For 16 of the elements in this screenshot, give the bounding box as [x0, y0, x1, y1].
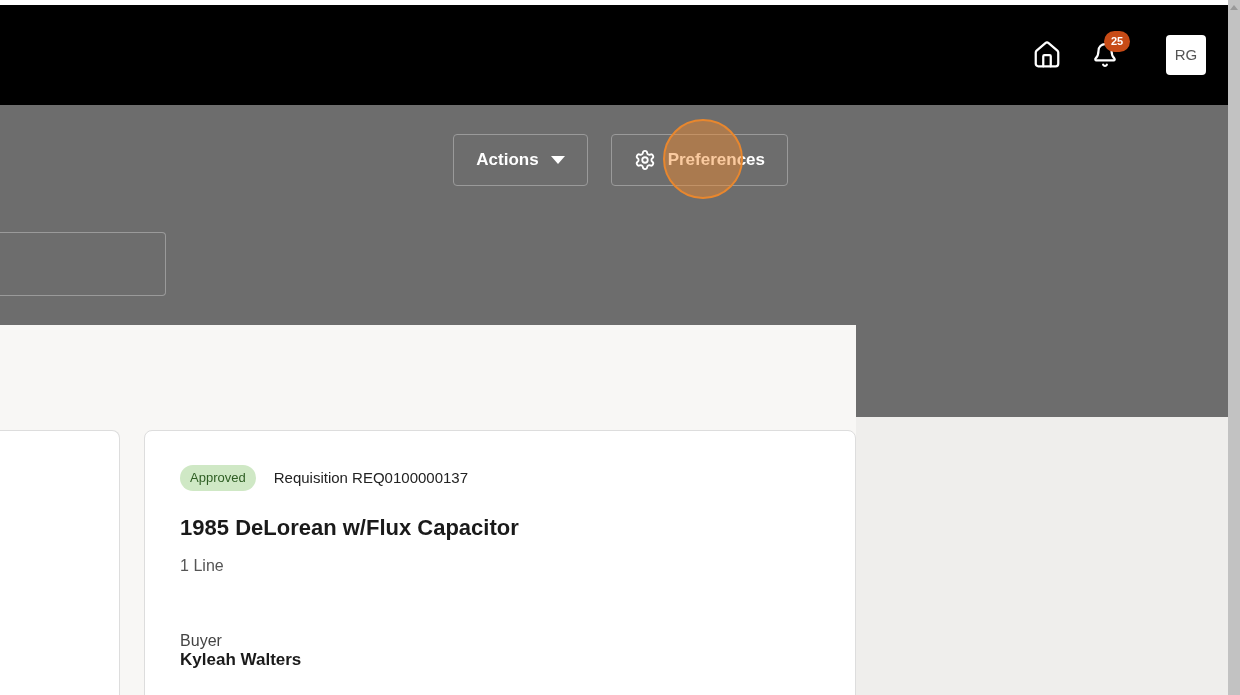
line-count: 1 Line: [180, 555, 225, 576]
status-badge: Approved: [180, 465, 256, 491]
settings-icon: [633, 149, 656, 171]
actions-button[interactable]: Actions: [453, 134, 588, 186]
requisition-number: Requisition REQ0100000137: [273, 467, 469, 488]
notification-count: 25: [1104, 31, 1131, 52]
buyer-name: Kyleah Walters: [180, 649, 303, 669]
caret-icon: [550, 156, 565, 164]
scroll-up-icon[interactable]: [1230, 5, 1238, 10]
requisition-card[interactable]: Approved Requisition REQ0100000137 1985 DeLorean w/Flux Capacitor 1 Line Buyer Kyleah Walters: [144, 430, 856, 695]
home-icon[interactable]: [1032, 40, 1062, 70]
search-field[interactable]: [0, 232, 166, 296]
scrollbar[interactable]: [1228, 0, 1240, 695]
buyer-label: Buyer: [180, 631, 223, 650]
user-avatar[interactable]: RG: [1166, 35, 1206, 75]
card-title: 1985 DeLorean w/Flux Capacitor: [180, 513, 520, 542]
